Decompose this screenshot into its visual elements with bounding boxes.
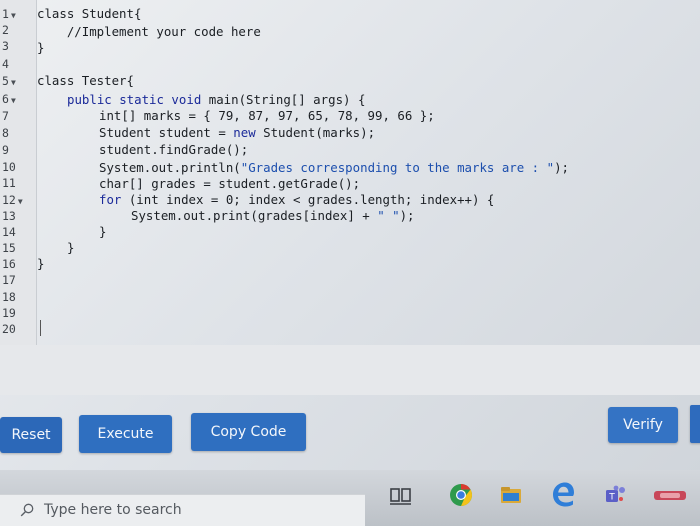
code-line: //Implement your code here [37, 24, 261, 39]
code-token: Student(marks); [255, 125, 376, 140]
line-number: 11 [2, 176, 16, 190]
code-line: int[] marks = { 79, 87, 97, 65, 78, 99, … [99, 108, 435, 123]
code-token: ); [399, 208, 415, 223]
code-line: System.out.print(grades[index] + " "); [131, 208, 415, 224]
screen: 1 ▼ 2 3 4 5 ▼ 6 ▼ 7 8 9 10 11 12 ▼ 13 14 15 … [0, 0, 700, 526]
chrome-icon[interactable] [448, 482, 474, 508]
windows-taskbar: Type here to search T [0, 470, 700, 526]
code-line: Student student = new Student(marks); [99, 125, 375, 141]
code-keyword: public static void [67, 92, 209, 107]
edge-icon[interactable] [548, 479, 578, 509]
code-line: } [67, 240, 75, 255]
fold-arrow-icon[interactable]: ▼ [18, 197, 23, 206]
line-number: 16 [2, 257, 16, 271]
code-string: " " [377, 208, 400, 223]
code-token: Student student = [99, 125, 234, 140]
line-number: 12 ▼ [2, 193, 23, 207]
code-token: ); [554, 160, 569, 175]
copy-code-button[interactable]: Copy Code [191, 413, 306, 451]
line-number: 15 [2, 241, 16, 255]
line-number: 19 [2, 306, 16, 320]
line-number: 5 ▼ [2, 74, 16, 88]
code-keyword: new [233, 125, 256, 140]
code-line: } [37, 256, 45, 271]
code-line: } [37, 40, 45, 55]
file-explorer-icon[interactable] [498, 482, 524, 508]
code-token: (int index = 0; index < grades.length; i… [121, 192, 495, 207]
teams-icon[interactable]: T [602, 482, 628, 508]
partial-button[interactable] [690, 405, 700, 443]
search-icon [20, 503, 34, 517]
code-keyword: for [99, 192, 122, 207]
code-line: public static void main(String[] args) { [67, 92, 365, 108]
line-number: 1 ▼ [2, 7, 16, 21]
code-line: } [99, 224, 107, 239]
verify-button[interactable]: Verify [608, 407, 678, 443]
code-line: char[] grades = student.getGrade(); [99, 176, 361, 191]
line-number: 4 [2, 57, 9, 71]
line-number: 9 [2, 143, 9, 157]
line-number: 18 [2, 290, 16, 304]
task-view-icon[interactable] [388, 482, 414, 508]
code-line: class Student{ [37, 6, 142, 21]
code-text-area[interactable]: class Student{ //Implement your code her… [37, 0, 700, 345]
svg-text:T: T [608, 493, 615, 503]
fold-arrow-icon[interactable]: ▼ [11, 11, 16, 20]
editor-footer-area [0, 345, 700, 395]
line-number: 7 [2, 109, 9, 123]
code-line: for (int index = 0; index < grades.lengt… [99, 192, 494, 208]
code-token: System.out.print(grades[index] + [131, 208, 378, 223]
action-button-bar: Reset Execute Copy Code Verify [0, 395, 700, 470]
line-number: 13 [2, 209, 16, 223]
fold-arrow-icon[interactable]: ▼ [11, 78, 16, 87]
reset-button[interactable]: Reset [0, 417, 62, 453]
line-number: 20 [2, 322, 16, 336]
execute-button[interactable]: Execute [79, 415, 172, 453]
line-number: 14 [2, 225, 16, 239]
code-line: class Tester{ [37, 73, 134, 88]
app-icon[interactable] [650, 482, 690, 508]
line-number: 2 [2, 23, 9, 37]
text-cursor [40, 320, 41, 336]
line-number: 17 [2, 273, 16, 287]
line-number: 8 [2, 126, 9, 140]
code-token: System.out.println( [99, 160, 241, 175]
code-string: "Grades corresponding to the marks are :… [240, 160, 555, 175]
line-number: 6 ▼ [2, 92, 16, 106]
code-line: System.out.println("Grades corresponding… [99, 160, 569, 176]
code-line: student.findGrade(); [99, 142, 249, 157]
fold-arrow-icon[interactable]: ▼ [11, 96, 16, 105]
line-number: 3 [2, 39, 9, 53]
line-number-gutter: 1 ▼ 2 3 4 5 ▼ 6 ▼ 7 8 9 10 11 12 ▼ 13 14 15 … [0, 0, 37, 345]
taskbar-search-box[interactable]: Type here to search [0, 494, 365, 526]
line-number: 10 [2, 160, 16, 174]
search-placeholder: Type here to search [44, 502, 182, 518]
code-editor[interactable]: 1 ▼ 2 3 4 5 ▼ 6 ▼ 7 8 9 10 11 12 ▼ 13 14 15 … [0, 0, 700, 395]
code-token: main(String[] args) { [208, 92, 366, 107]
